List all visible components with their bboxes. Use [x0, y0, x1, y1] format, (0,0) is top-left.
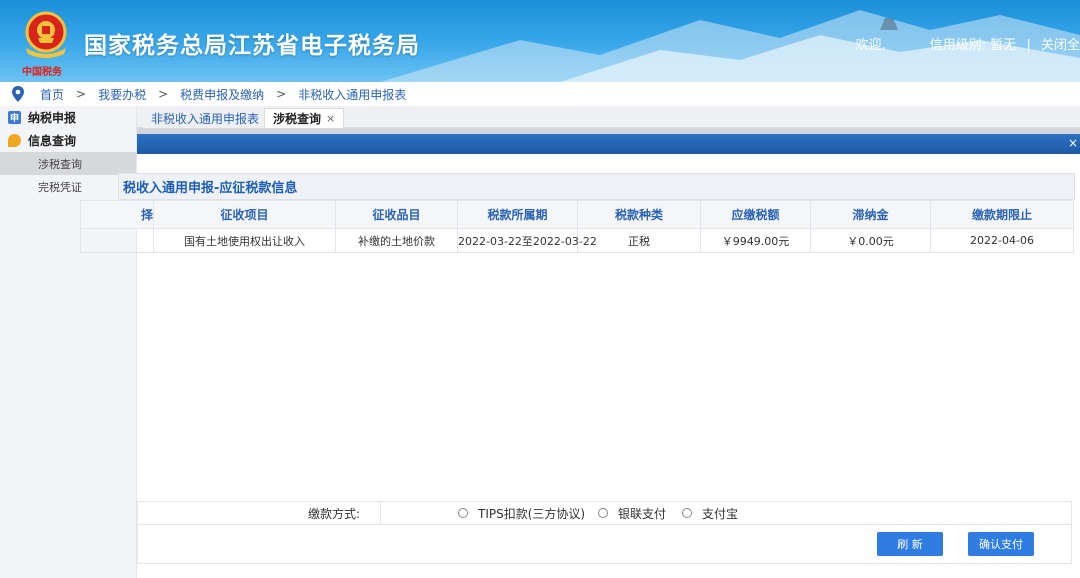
radio-circle-icon[interactable] — [458, 508, 468, 518]
payment-method-label: 缴款方式: — [308, 506, 361, 521]
tab-label: 涉税查询 — [273, 112, 322, 126]
sidebar-group-info-query[interactable]: 信息查询 — [0, 129, 136, 152]
sidebar-group-label: 纳税申报 — [28, 111, 77, 125]
tab-tax-query[interactable]: 涉税查询 × — [264, 108, 345, 128]
header-user-info: 欢迎, 信用级别: 暂无 | 关闭全 — [855, 34, 1080, 53]
refresh-button[interactable]: 刷 新 — [877, 532, 943, 556]
slogan-logo: 中国税务 — [22, 67, 62, 78]
declare-icon: 申 — [8, 111, 21, 124]
column-header-item: 征收项目 — [153, 200, 336, 229]
cell-deadline: 2022-04-06 — [930, 228, 1074, 253]
sidebar-item-tax-certificate[interactable]: 完税凭证 — [0, 175, 136, 198]
table-row[interactable]: 国有土地使用权出让收入 补缴的土地价款 2022-03-22至2022-03-2… — [80, 228, 1074, 253]
divider — [380, 502, 381, 524]
section-header: 税收入通用申报-应征税款信息 — [118, 173, 1075, 200]
cell-late-fee: ￥0.00元 — [810, 228, 931, 253]
breadcrumb-declaration[interactable]: 税费申报及缴纳 — [180, 86, 264, 103]
column-header-subitem: 征收品目 — [335, 200, 458, 229]
radio-circle-icon[interactable] — [682, 508, 692, 518]
radio-tips[interactable]: TIPS扣款(三方协议) — [458, 505, 585, 522]
section-title: 税收入通用申报-应征税款信息 — [123, 181, 298, 196]
radio-unionpay[interactable]: 银联支付 — [598, 505, 666, 522]
cell-select[interactable] — [80, 228, 154, 253]
close-icon[interactable]: × — [1068, 136, 1078, 150]
column-header-select: 择 — [80, 200, 154, 229]
breadcrumb-separator: > — [76, 87, 87, 101]
tax-emblem-icon — [25, 11, 67, 58]
welcome-text: 欢迎, — [855, 38, 886, 53]
chat-bubble-icon — [8, 134, 21, 147]
sidebar: 申 纳税申报 信息查询 涉税查询 完税凭证 — [0, 106, 137, 578]
sidebar-group-label: 信息查询 — [28, 134, 77, 148]
credit-value: 暂无 — [990, 38, 1017, 53]
radio-label: 银联支付 — [618, 506, 667, 521]
breadcrumb: 首页 > 我要办税 > 税费申报及缴纳 > 非税收入通用申报表 — [0, 82, 1080, 106]
site-header: 中国税务 国家税务总局江苏省电子税务局 欢迎, 信用级别: 暂无 | 关闭全 — [0, 0, 1080, 82]
column-header-deadline: 缴款期限止 — [930, 200, 1074, 229]
tab-label: 非税收入通用申报表 — [151, 111, 260, 126]
breadcrumb-separator: > — [276, 87, 287, 101]
radio-label: TIPS扣款(三方协议) — [478, 506, 586, 521]
table-header-row: 择 征收项目 征收品目 税款所属期 税款种类 应缴税额 滞纳金 缴款期限止 — [80, 200, 1074, 229]
location-pin-icon — [12, 86, 24, 102]
breadcrumb-tax-handling[interactable]: 我要办税 — [98, 86, 146, 103]
cell-period: 2022-03-22至2022-03-22 — [457, 228, 597, 253]
action-row: 刷 新 确认支付 — [137, 525, 1072, 564]
column-header-late-fee: 滞纳金 — [810, 200, 931, 229]
breadcrumb-separator: > — [158, 87, 169, 101]
column-header-period: 税款所属期 — [457, 200, 578, 229]
radio-circle-icon[interactable] — [598, 508, 608, 518]
cell-amount: ￥9949.00元 — [700, 228, 811, 253]
site-title: 国家税务总局江苏省电子税务局 — [84, 33, 420, 59]
tab-bar: 非税收入通用申报表 涉税查询 × — [137, 106, 1080, 128]
breadcrumb-home[interactable]: 首页 — [40, 86, 64, 103]
cell-subitem: 补缴的土地价款 — [335, 228, 458, 253]
close-all-link[interactable]: 关闭全 — [1041, 34, 1080, 53]
confirm-payment-button[interactable]: 确认支付 — [968, 532, 1034, 556]
tax-info-table: 择 征收项目 征收品目 税款所属期 税款种类 应缴税额 滞纳金 缴款期限止 国有… — [80, 200, 1074, 253]
radio-alipay[interactable]: 支付宝 — [682, 505, 738, 522]
breadcrumb-current[interactable]: 非税收入通用申报表 — [298, 86, 406, 103]
column-header-amount: 应缴税额 — [700, 200, 811, 229]
credit-label: 信用级别: — [929, 38, 987, 53]
tab-close-icon[interactable]: × — [326, 112, 335, 125]
sidebar-item-tax-query[interactable]: 涉税查询 — [0, 152, 136, 175]
column-header-type: 税款种类 — [577, 200, 701, 229]
radio-label: 支付宝 — [702, 506, 739, 521]
cell-item: 国有土地使用权出让收入 — [153, 228, 336, 253]
panel-title-bar: × — [137, 134, 1080, 154]
payment-method-row: 缴款方式: TIPS扣款(三方协议) 银联支付 支付宝 — [137, 501, 1072, 525]
sidebar-group-tax-declaration[interactable]: 申 纳税申报 — [0, 106, 136, 129]
tab-nontax-declaration[interactable]: 非税收入通用申报表 — [143, 108, 268, 128]
header-separator: | — [1026, 38, 1031, 53]
